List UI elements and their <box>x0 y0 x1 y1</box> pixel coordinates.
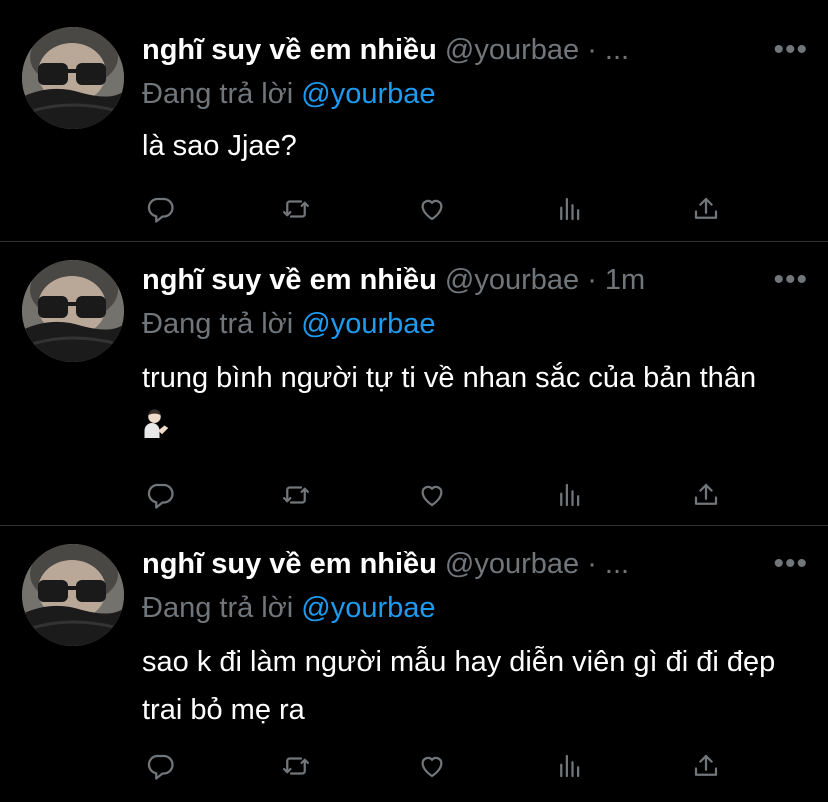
tweet-text: là sao Jjae? <box>142 130 297 162</box>
reply-icon[interactable] <box>142 748 178 784</box>
display-name[interactable]: nghĩ suy về em nhiều <box>142 548 437 580</box>
tweet-text: sao k đi làm người mẫu hay diễn viên gì … <box>142 646 776 726</box>
retweet-icon[interactable] <box>278 191 314 227</box>
more-icon[interactable]: ••• <box>773 544 808 584</box>
share-icon[interactable] <box>688 748 724 784</box>
reply-prefix: Đang trả lời <box>142 78 294 110</box>
display-name[interactable]: nghĩ suy về em nhiều <box>142 264 437 296</box>
person-tipping-hand-emoji <box>144 409 169 438</box>
tweet-header: nghĩ suy về em nhiều @yourbae · ... ••• <box>142 544 808 584</box>
share-icon[interactable] <box>688 477 724 513</box>
heart-icon[interactable] <box>414 477 450 513</box>
retweet-icon[interactable] <box>278 748 314 784</box>
heart-icon[interactable] <box>414 748 450 784</box>
handle-time[interactable]: @yourbae · 1m <box>445 264 645 296</box>
tweet-text: trung bình người tự ti về nhan sắc của b… <box>142 362 757 394</box>
avatar[interactable] <box>22 27 124 129</box>
display-name[interactable]: nghĩ suy về em nhiều <box>142 34 437 66</box>
more-icon[interactable]: ••• <box>773 30 808 70</box>
tweet-2[interactable]: nghĩ suy về em nhiều @yourbae · 1m ••• Đa… <box>0 242 828 526</box>
handle-time[interactable]: @yourbae · ... <box>445 548 629 580</box>
tweet-header: nghĩ suy về em nhiều @yourbae · ... ••• <box>142 30 808 70</box>
action-bar <box>142 748 742 784</box>
share-icon[interactable] <box>688 191 724 227</box>
mention-link[interactable]: @yourbae <box>301 308 435 340</box>
avatar-image <box>22 260 124 362</box>
avatar[interactable] <box>22 260 124 362</box>
tweet-header: nghĩ suy về em nhiều @yourbae · 1m ••• <box>142 260 808 300</box>
handle-time[interactable]: @yourbae · ... <box>445 34 629 66</box>
action-bar <box>142 477 742 513</box>
reply-prefix: Đang trả lời <box>142 592 294 624</box>
avatar-image <box>22 544 124 646</box>
replying-to: Đang trả lời @yourbae <box>142 588 436 628</box>
avatar[interactable] <box>22 544 124 646</box>
action-bar <box>142 191 742 227</box>
reply-icon[interactable] <box>142 477 178 513</box>
views-icon[interactable] <box>552 748 588 784</box>
tweet-text-wrap: trung bình người tự ti về nhan sắc của b… <box>142 354 782 450</box>
views-icon[interactable] <box>552 191 588 227</box>
replying-to: Đang trả lời @yourbae <box>142 304 436 344</box>
more-icon[interactable]: ••• <box>773 260 808 300</box>
avatar-image <box>22 27 124 129</box>
tweet-3[interactable]: nghĩ suy về em nhiều @yourbae · ... ••• Đ… <box>0 526 828 802</box>
heart-icon[interactable] <box>414 191 450 227</box>
reply-prefix: Đang trả lời <box>142 308 294 340</box>
mention-link[interactable]: @yourbae <box>301 78 435 110</box>
tweet-1[interactable]: nghĩ suy về em nhiều @yourbae · ... ••• Đ… <box>0 0 828 242</box>
mention-link[interactable]: @yourbae <box>301 592 435 624</box>
reply-icon[interactable] <box>142 191 178 227</box>
replying-to: Đang trả lời @yourbae <box>142 74 436 114</box>
retweet-icon[interactable] <box>278 477 314 513</box>
views-icon[interactable] <box>552 477 588 513</box>
